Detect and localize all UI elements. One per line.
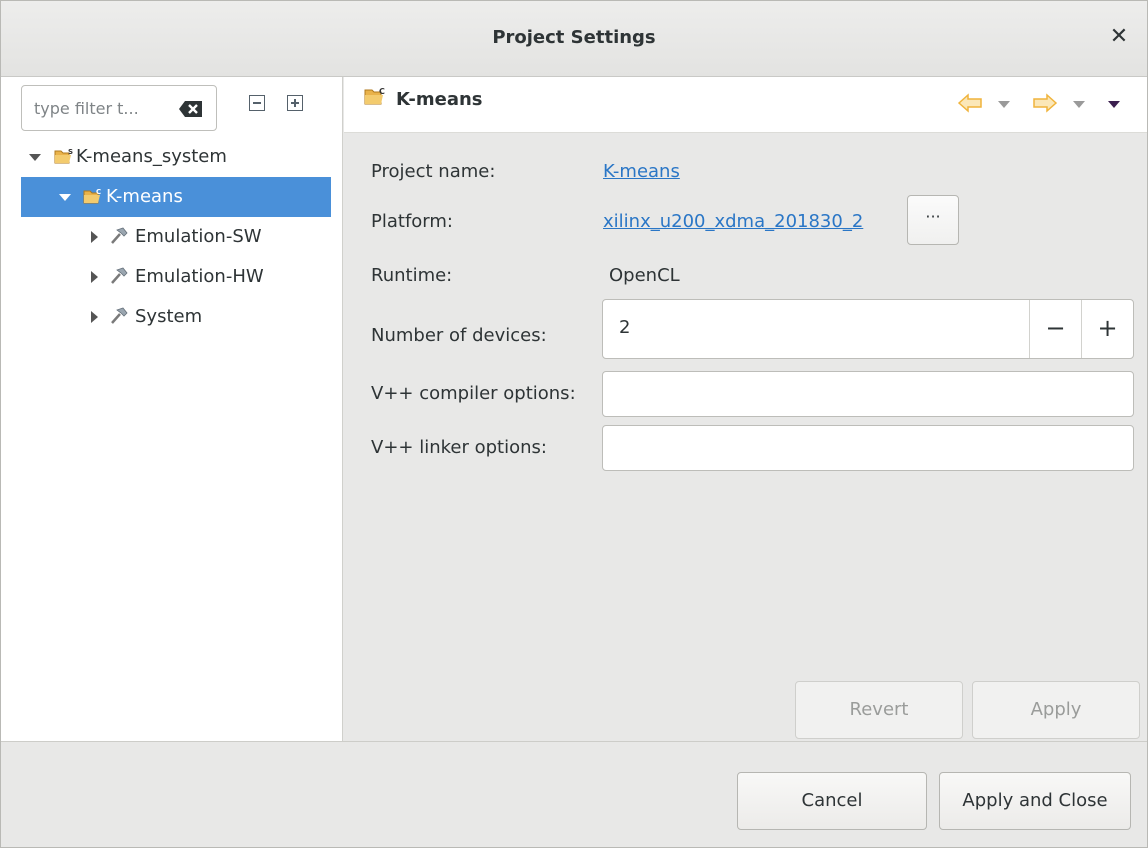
dialog-footer: Cancel Apply and Close <box>1 741 1147 847</box>
cancel-button[interactable]: Cancel <box>737 772 927 830</box>
clear-filter-icon[interactable] <box>178 100 204 118</box>
platform-label: Platform: <box>371 211 453 232</box>
svg-text:C: C <box>96 188 101 196</box>
project-settings-dialog: Project Settings ✕ S K-means <box>0 0 1148 848</box>
svg-text:C: C <box>379 87 385 96</box>
compiler-options-label: V++ compiler options: <box>371 383 576 404</box>
collapse-arrow-icon[interactable] <box>91 311 98 323</box>
platform-browse-button[interactable]: ··· <box>907 195 959 245</box>
linker-options-label: V++ linker options: <box>371 437 547 458</box>
devices-value[interactable]: 2 <box>619 317 630 338</box>
increment-button[interactable]: + <box>1081 300 1133 358</box>
build-hammer-icon <box>111 307 128 324</box>
c-project-icon: C <box>83 188 101 204</box>
compiler-options-input[interactable] <box>615 382 1015 408</box>
expand-arrow-icon[interactable] <box>29 154 41 161</box>
tree-item-label: K-means <box>106 186 183 207</box>
linker-options-field[interactable] <box>602 425 1134 471</box>
view-menu-icon[interactable] <box>1108 101 1120 108</box>
forward-history-dropdown-icon[interactable] <box>1073 101 1085 108</box>
close-icon: ✕ <box>1109 24 1129 49</box>
collapse-arrow-icon[interactable] <box>91 231 98 243</box>
tree-item-k-means-system[interactable]: S K-means_system <box>1 137 341 177</box>
runtime-value: OpenCL <box>609 265 680 286</box>
dialog-title: Project Settings <box>492 27 656 48</box>
back-arrow-icon[interactable] <box>957 93 983 113</box>
filter-box <box>21 85 217 131</box>
expand-arrow-icon[interactable] <box>59 194 71 201</box>
devices-spinner[interactable]: 2 − + <box>602 299 1134 359</box>
runtime-label: Runtime: <box>371 265 453 286</box>
build-hammer-icon <box>111 227 128 244</box>
compiler-options-field[interactable] <box>602 371 1134 417</box>
page-title: K-means <box>396 89 483 110</box>
collapse-all-icon[interactable] <box>249 95 265 111</box>
tree-item-emulation-hw[interactable]: Emulation-HW <box>1 257 341 297</box>
c-project-icon: C <box>364 87 385 105</box>
expand-all-icon[interactable] <box>287 95 303 111</box>
tree-item-label: System <box>135 306 203 327</box>
filter-input[interactable] <box>34 96 174 120</box>
apply-button[interactable]: Apply <box>972 681 1140 739</box>
build-hammer-icon <box>111 267 128 284</box>
decrement-button[interactable]: − <box>1029 300 1081 358</box>
collapse-arrow-icon[interactable] <box>91 271 98 283</box>
devices-label: Number of devices: <box>371 325 547 346</box>
svg-text:S: S <box>68 148 73 156</box>
project-name-label: Project name: <box>371 161 496 182</box>
revert-button[interactable]: Revert <box>795 681 963 739</box>
platform-link[interactable]: xilinx_u200_xdma_201830_2 <box>603 211 863 232</box>
title-bar: Project Settings ✕ <box>1 1 1147 77</box>
settings-tree-panel: S K-means_system C K-means <box>1 77 343 741</box>
tree-item-system[interactable]: System <box>1 297 341 337</box>
back-history-dropdown-icon[interactable] <box>998 101 1010 108</box>
settings-page-panel: C K-means Project name: K-means Platform… <box>344 77 1147 741</box>
system-project-icon: S <box>54 148 73 164</box>
linker-options-input[interactable] <box>615 436 1015 462</box>
page-header: C K-means <box>344 77 1147 133</box>
tree-item-label: Emulation-HW <box>135 266 264 287</box>
tree-item-label: K-means_system <box>76 146 227 167</box>
forward-arrow-icon[interactable] <box>1032 93 1058 113</box>
close-button[interactable]: ✕ <box>1105 23 1133 51</box>
tree-item-emulation-sw[interactable]: Emulation-SW <box>1 217 341 257</box>
apply-and-close-button[interactable]: Apply and Close <box>939 772 1131 830</box>
project-name-link[interactable]: K-means <box>603 161 680 182</box>
tree-item-label: Emulation-SW <box>135 226 262 247</box>
tree-item-k-means[interactable]: C K-means <box>21 177 331 217</box>
